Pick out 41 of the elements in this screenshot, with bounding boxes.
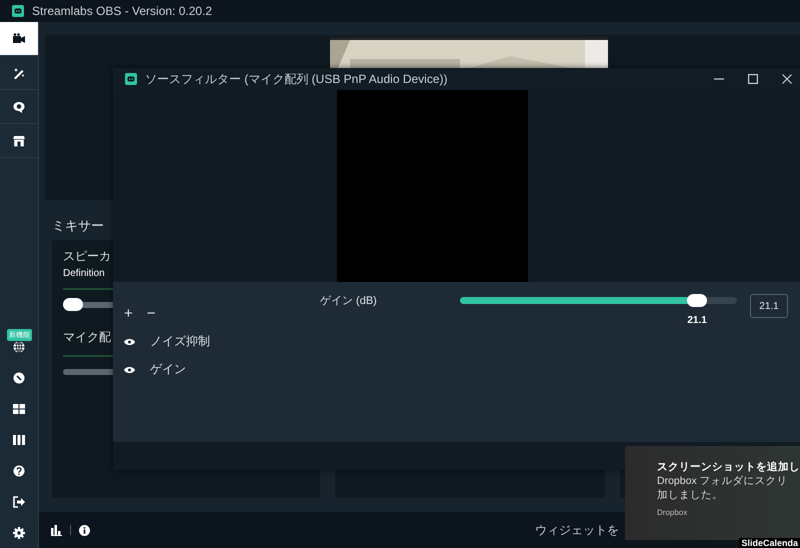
close-icon: [782, 74, 792, 84]
store-icon: [13, 134, 25, 146]
filter-item[interactable]: ノイズ抑制: [150, 333, 210, 350]
globe-icon[interactable]: [13, 341, 25, 353]
sidebar-tab[interactable]: [0, 22, 38, 56]
add-filter-button[interactable]: +: [124, 305, 133, 322]
slider-reading: 21.1: [687, 315, 707, 326]
eye-icon[interactable]: [124, 336, 135, 346]
slider-thumb[interactable]: [63, 298, 83, 311]
taskbar-label: SlideCalenda: [739, 538, 800, 548]
logout-icon[interactable]: [13, 496, 25, 508]
dashboard-icon[interactable]: [13, 372, 25, 384]
columns-icon[interactable]: [13, 434, 25, 446]
maximize-icon: [748, 74, 758, 84]
info-icon[interactable]: [79, 524, 90, 536]
app-logo-icon: [125, 73, 137, 85]
camera-icon: [13, 32, 25, 44]
remove-filter-button[interactable]: −: [146, 305, 156, 322]
notification-title: スクリーンショットを追加し: [657, 460, 800, 474]
source-name: マイク配: [63, 329, 111, 346]
grid-icon[interactable]: [13, 403, 25, 415]
device-name: Definition: [63, 268, 105, 279]
chat-icon: [13, 100, 25, 112]
mixer-heading: ミキサー: [51, 217, 105, 235]
slider-thumb[interactable]: [687, 294, 708, 307]
source-name: スピーカ: [63, 248, 111, 265]
notification-text: 加しました。: [657, 488, 724, 502]
filter-item[interactable]: ゲイン: [150, 361, 186, 378]
value-field[interactable]: 21.1: [750, 294, 788, 318]
settings-icon[interactable]: [13, 527, 25, 539]
window-title: Streamlabs OBS - Version: 0.20.2: [32, 4, 212, 18]
notification-source: Dropbox: [657, 508, 688, 517]
bar-chart-icon[interactable]: [51, 524, 62, 536]
notification-text: Dropbox フォルダにスクリ: [657, 474, 789, 488]
eye-icon[interactable]: [124, 364, 135, 374]
setting-label: ゲイン (dB): [320, 294, 377, 308]
widget-label: ウィジェットを: [535, 522, 619, 538]
dialog-title: ソースフィルター (マイク配列 (USB PnP Audio Device)): [145, 70, 449, 88]
wand-icon: [13, 66, 25, 78]
app-logo-icon: [12, 5, 24, 17]
help-icon[interactable]: [13, 465, 25, 477]
